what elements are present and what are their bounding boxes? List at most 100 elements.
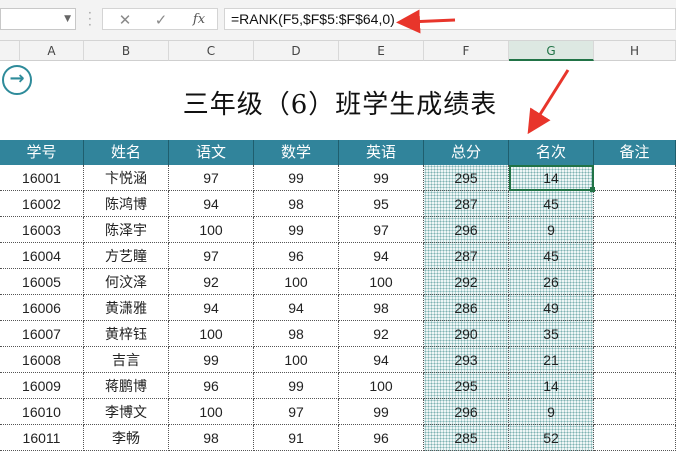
table-cell[interactable]: 98 — [339, 295, 424, 321]
table-cell[interactable]: 296 — [424, 399, 509, 425]
table-cell[interactable]: 陈鸿博 — [84, 191, 169, 217]
table-cell[interactable]: 97 — [169, 243, 254, 269]
table-cell[interactable]: 35 — [509, 321, 594, 347]
table-cell[interactable]: 94 — [169, 295, 254, 321]
column-header-c[interactable]: C — [169, 41, 254, 61]
table-cell[interactable]: 99 — [339, 399, 424, 425]
table-cell[interactable]: 96 — [339, 425, 424, 451]
table-cell[interactable]: 99 — [339, 165, 424, 191]
table-cell[interactable]: 100 — [339, 269, 424, 295]
table-cell[interactable]: 286 — [424, 295, 509, 321]
table-cell[interactable]: 295 — [424, 373, 509, 399]
table-cell[interactable]: 94 — [339, 347, 424, 373]
table-cell[interactable]: 290 — [424, 321, 509, 347]
table-cell[interactable]: 100 — [254, 347, 339, 373]
table-cell[interactable]: 9 — [509, 217, 594, 243]
table-cell[interactable] — [594, 399, 676, 425]
table-header-cell[interactable]: 备注 — [594, 140, 676, 165]
table-cell[interactable] — [594, 347, 676, 373]
table-cell[interactable]: 292 — [424, 269, 509, 295]
table-cell[interactable]: 99 — [254, 373, 339, 399]
table-cell[interactable] — [594, 269, 676, 295]
table-header-cell[interactable]: 数学 — [254, 140, 339, 165]
table-cell[interactable]: 92 — [169, 269, 254, 295]
table-cell[interactable]: 吉言 — [84, 347, 169, 373]
table-cell[interactable]: 100 — [169, 399, 254, 425]
table-cell[interactable]: 16004 — [0, 243, 84, 269]
table-cell[interactable]: 16008 — [0, 347, 84, 373]
table-cell[interactable]: 100 — [169, 321, 254, 347]
insert-function-icon[interactable]: fx — [181, 9, 217, 31]
table-cell[interactable]: 100 — [339, 373, 424, 399]
cancel-icon[interactable]: ✕ — [107, 9, 143, 31]
table-cell[interactable]: 16010 — [0, 399, 84, 425]
table-cell[interactable]: 16006 — [0, 295, 84, 321]
drag-handle-icon[interactable]: · · · — [88, 7, 92, 31]
table-cell[interactable]: 98 — [169, 425, 254, 451]
table-header-cell[interactable]: 姓名 — [84, 140, 169, 165]
table-cell[interactable] — [594, 191, 676, 217]
table-cell[interactable] — [594, 425, 676, 451]
table-cell[interactable]: 陈泽宇 — [84, 217, 169, 243]
table-cell[interactable]: 98 — [254, 321, 339, 347]
table-cell[interactable]: 293 — [424, 347, 509, 373]
table-cell[interactable]: 285 — [424, 425, 509, 451]
table-cell[interactable] — [594, 165, 676, 191]
table-cell[interactable]: 94 — [339, 243, 424, 269]
table-cell[interactable]: 26 — [509, 269, 594, 295]
table-cell[interactable]: 97 — [339, 217, 424, 243]
table-cell[interactable]: 49 — [509, 295, 594, 321]
table-cell[interactable]: 287 — [424, 191, 509, 217]
table-header-cell[interactable]: 学号 — [0, 140, 84, 165]
table-cell[interactable] — [594, 373, 676, 399]
table-cell[interactable]: 14 — [509, 165, 594, 191]
table-cell[interactable] — [594, 243, 676, 269]
table-cell[interactable]: 296 — [424, 217, 509, 243]
table-cell[interactable]: 21 — [509, 347, 594, 373]
table-cell[interactable]: 96 — [169, 373, 254, 399]
table-cell[interactable]: 16009 — [0, 373, 84, 399]
table-cell[interactable]: 99 — [254, 165, 339, 191]
table-cell[interactable]: 9 — [509, 399, 594, 425]
column-header-d[interactable]: D — [254, 41, 339, 61]
table-cell[interactable]: 95 — [339, 191, 424, 217]
table-cell[interactable]: 52 — [509, 425, 594, 451]
column-header-e[interactable]: E — [339, 41, 424, 61]
table-cell[interactable]: 99 — [169, 347, 254, 373]
fill-handle[interactable] — [590, 187, 595, 192]
table-cell[interactable]: 16011 — [0, 425, 84, 451]
table-cell[interactable] — [594, 217, 676, 243]
table-cell[interactable]: 97 — [169, 165, 254, 191]
table-cell[interactable] — [594, 295, 676, 321]
table-cell[interactable]: 92 — [339, 321, 424, 347]
table-cell[interactable] — [594, 321, 676, 347]
table-cell[interactable]: 96 — [254, 243, 339, 269]
table-cell[interactable]: 45 — [509, 191, 594, 217]
table-cell[interactable]: 16007 — [0, 321, 84, 347]
column-header-f[interactable]: F — [424, 41, 509, 61]
table-cell[interactable]: 16002 — [0, 191, 84, 217]
table-cell[interactable]: 91 — [254, 425, 339, 451]
table-cell[interactable]: 16005 — [0, 269, 84, 295]
table-cell[interactable]: 97 — [254, 399, 339, 425]
table-cell[interactable]: 16003 — [0, 217, 84, 243]
table-cell[interactable]: 99 — [254, 217, 339, 243]
formula-input[interactable]: =RANK(F5,$F$5:$F$64,0) — [224, 8, 676, 30]
table-header-cell[interactable]: 英语 — [339, 140, 424, 165]
column-header-b[interactable]: B — [84, 41, 169, 61]
chevron-down-icon[interactable]: ▼ — [64, 14, 71, 24]
column-header-h[interactable]: H — [594, 41, 676, 61]
column-header-g[interactable]: G — [509, 41, 594, 61]
table-header-cell[interactable]: 名次 — [509, 140, 594, 165]
table-cell[interactable]: 94 — [254, 295, 339, 321]
table-cell[interactable]: 98 — [254, 191, 339, 217]
table-cell[interactable]: 蒋鹏博 — [84, 373, 169, 399]
confirm-icon[interactable]: ✓ — [143, 9, 179, 31]
table-cell[interactable]: 45 — [509, 243, 594, 269]
table-cell[interactable]: 100 — [169, 217, 254, 243]
table-cell[interactable]: 卞悦涵 — [84, 165, 169, 191]
table-cell[interactable]: 287 — [424, 243, 509, 269]
select-all-corner[interactable] — [0, 41, 20, 61]
table-header-cell[interactable]: 总分 — [424, 140, 509, 165]
column-header-a[interactable]: A — [20, 41, 84, 61]
